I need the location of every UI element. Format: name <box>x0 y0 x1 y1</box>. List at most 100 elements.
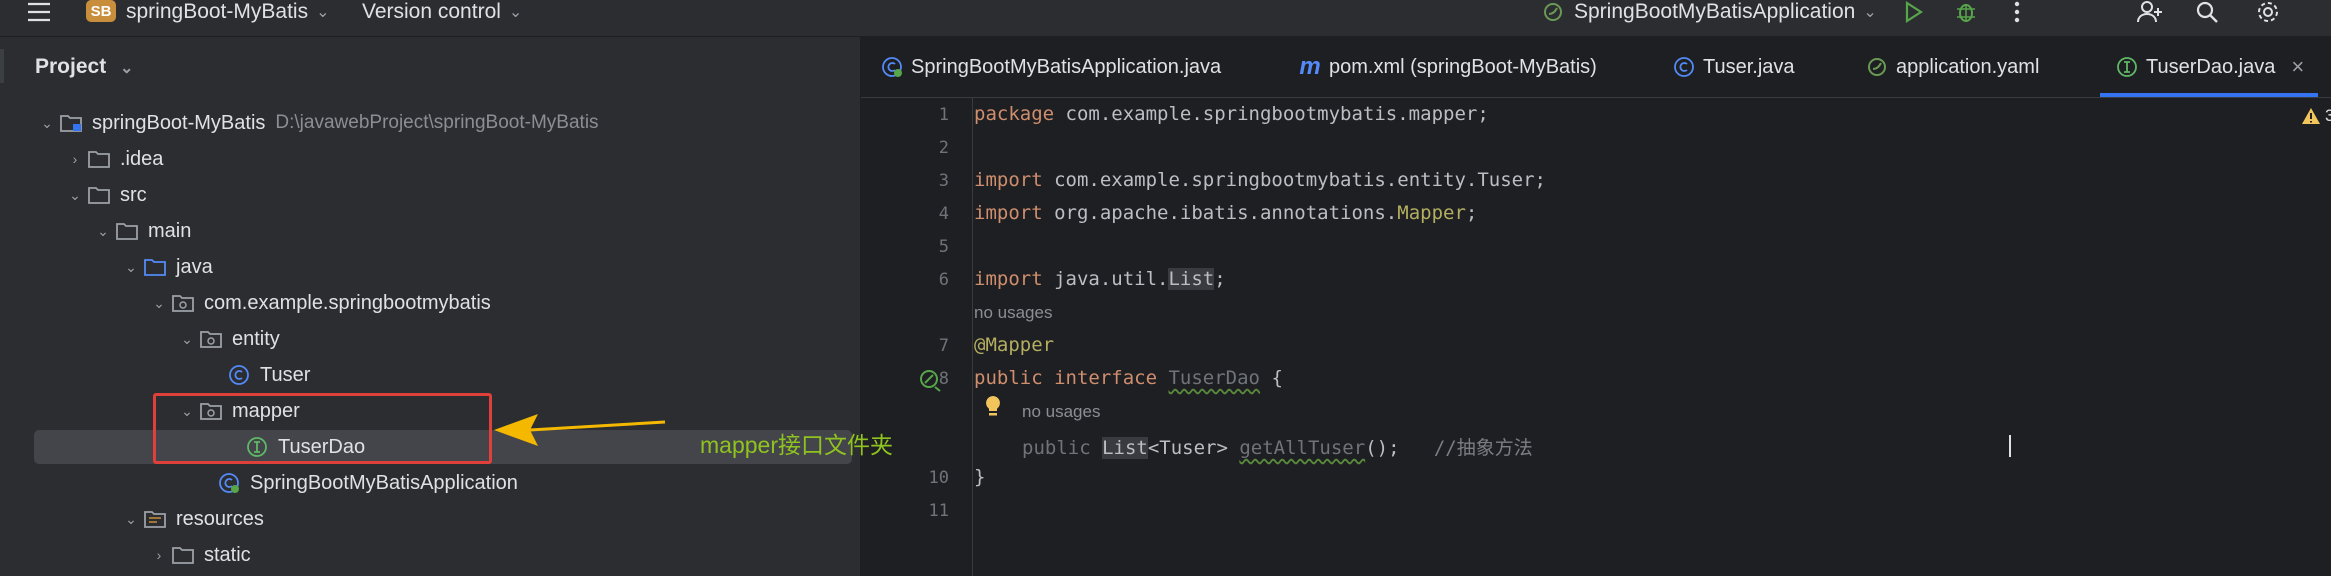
code-editor[interactable]: 1 2 3 4 5 6 7 8 10 11 package com.exampl… <box>861 98 2331 576</box>
spring-app-icon <box>879 55 905 79</box>
tab-label: TuserDao.java <box>2146 55 2276 78</box>
implementations-gutter-icon[interactable] <box>917 367 943 398</box>
line-number: 10 <box>928 468 949 488</box>
more-actions-icon[interactable] <box>2014 0 2020 24</box>
tree-item-label: springBoot-MyBatis <box>92 111 266 134</box>
code-line-3: import com.example.springbootmybatis.ent… <box>974 169 1546 191</box>
tab-tuser-java[interactable]: Tuser.java <box>1671 37 1795 97</box>
tree-item-label: entity <box>232 327 280 350</box>
maven-icon: m <box>1299 53 1321 80</box>
tab-label: pom.xml (springBoot-MyBatis) <box>1329 55 1597 78</box>
tool-window-strip <box>0 37 22 576</box>
tree-item-label: static <box>204 543 251 566</box>
tree-item-static[interactable]: › static <box>34 538 852 572</box>
run-config-selector[interactable]: SpringBootMyBatisApplication ⌄ <box>1540 0 1877 24</box>
chevron-right-icon[interactable]: › <box>148 547 170 563</box>
line-number: 6 <box>938 270 949 290</box>
tree-item-resources[interactable]: ⌄ resources <box>34 502 852 536</box>
folder-icon <box>86 183 112 207</box>
project-badge[interactable]: SB <box>86 0 116 22</box>
panel-title: Project <box>35 55 107 78</box>
chevron-down-icon[interactable]: ⌄ <box>148 295 170 312</box>
yaml-icon <box>1864 55 1890 79</box>
tree-item-package[interactable]: ⌄ com.example.springbootmybatis <box>34 286 852 320</box>
vcs-menu[interactable]: Version control ⌄ <box>362 0 522 24</box>
tab-tuserdao-java[interactable]: TuserDao.java × <box>2099 37 2319 97</box>
chevron-down-icon: ⌄ <box>508 4 523 21</box>
code-line-4: import org.apache.ibatis.annotations.Map… <box>974 202 1478 224</box>
tree-item-label: java <box>176 255 213 278</box>
tab-springboot-application[interactable]: SpringBootMyBatisApplication.java <box>879 37 1221 97</box>
code-line-6: import java.util.List; <box>974 268 1226 290</box>
chevron-right-icon[interactable]: › <box>64 151 86 167</box>
chevron-down-icon: ⌄ <box>316 4 330 21</box>
chevron-down-icon[interactable]: ⌄ <box>120 259 142 276</box>
usages-inlay-hint[interactable]: no usages <box>974 303 1052 323</box>
warning-count: 3 <box>2325 106 2331 125</box>
tree-item-label: com.example.springbootmybatis <box>204 291 491 314</box>
tree-item-java[interactable]: ⌄ java <box>34 250 852 284</box>
search-icon[interactable] <box>2195 0 2219 24</box>
inspection-widget[interactable]: 3 <box>2301 106 2331 126</box>
tree-item-root[interactable]: ⌄ springBoot-MyBatis D:\javawebProject\s… <box>34 106 852 140</box>
usages-inlay-hint[interactable]: no usages <box>1022 402 1100 422</box>
class-icon <box>1671 55 1697 79</box>
tab-label: SpringBootMyBatisApplication.java <box>911 55 1222 78</box>
tree-item-application[interactable]: SpringBootMyBatisApplication <box>34 466 852 500</box>
title-bar: SB springBoot-MyBatis ⌄ Version control … <box>0 0 2331 37</box>
project-switcher[interactable]: springBoot-MyBatis ⌄ <box>126 0 329 24</box>
project-path: D:\javawebProject\springBoot-MyBatis <box>275 112 599 133</box>
chevron-down-icon: ⌄ <box>1863 4 1877 21</box>
line-number: 2 <box>938 138 949 158</box>
project-name: springBoot-MyBatis <box>126 0 309 23</box>
chevron-down-icon: ⌄ <box>120 60 134 77</box>
tree-item-entity[interactable]: ⌄ entity <box>34 322 852 356</box>
tree-item-label: .idea <box>120 147 164 170</box>
line-number: 1 <box>938 105 949 125</box>
tree-item-src[interactable]: ⌄ src <box>34 178 852 212</box>
callout-arrow-icon <box>494 414 666 446</box>
callout-label: mapper接口文件夹 <box>700 432 893 458</box>
line-number: 7 <box>938 336 949 356</box>
add-user-icon[interactable] <box>2136 0 2164 24</box>
module-folder-icon <box>58 111 84 135</box>
tree-item-label: Tuser <box>260 363 311 386</box>
package-icon <box>198 327 224 351</box>
tree-item-label: src <box>120 183 147 206</box>
chevron-down-icon[interactable]: ⌄ <box>176 331 198 348</box>
chevron-down-icon[interactable]: ⌄ <box>64 187 86 204</box>
chevron-down-icon[interactable]: ⌄ <box>120 511 142 528</box>
close-icon[interactable]: × <box>2291 54 2304 80</box>
project-tool-button[interactable] <box>0 49 4 83</box>
tree-item-main[interactable]: ⌄ main <box>34 214 852 248</box>
folder-icon <box>170 543 196 567</box>
project-panel-header[interactable]: Project ⌄ <box>35 55 133 79</box>
chevron-down-icon[interactable]: ⌄ <box>92 223 114 240</box>
tree-item-tuser[interactable]: Tuser <box>34 358 852 392</box>
spring-app-icon <box>1540 0 1566 24</box>
settings-gear-icon[interactable] <box>2255 0 2281 24</box>
text-caret <box>2009 435 2011 457</box>
gutter-divider <box>972 98 973 576</box>
chevron-down-icon[interactable]: ⌄ <box>36 115 58 132</box>
folder-icon <box>86 147 112 171</box>
line-number: 11 <box>928 501 949 521</box>
debug-icon[interactable] <box>1954 0 1978 24</box>
highlight-box <box>153 393 492 464</box>
tree-item-label: SpringBootMyBatisApplication <box>250 471 518 494</box>
hamburger-menu-icon[interactable] <box>26 0 52 24</box>
tab-label: Tuser.java <box>1703 55 1795 78</box>
project-panel: Project ⌄ ⌄ springBoot-MyBatis D:\javawe… <box>22 37 861 576</box>
folder-icon <box>114 219 140 243</box>
lightbulb-icon[interactable] <box>984 394 1002 423</box>
warning-icon <box>2302 108 2320 124</box>
tab-pom-xml[interactable]: m pom.xml (springBoot-MyBatis) <box>1297 37 1597 97</box>
tab-label: application.yaml <box>1896 55 2040 78</box>
vcs-label: Version control <box>362 0 501 23</box>
line-number: 5 <box>938 237 949 257</box>
tree-item-idea[interactable]: › .idea <box>34 142 852 176</box>
run-icon[interactable] <box>1903 0 1923 24</box>
tab-application-yaml[interactable]: application.yaml <box>1864 37 2039 97</box>
tree-item-label: main <box>148 219 192 242</box>
code-line-7: @Mapper <box>974 334 1055 356</box>
